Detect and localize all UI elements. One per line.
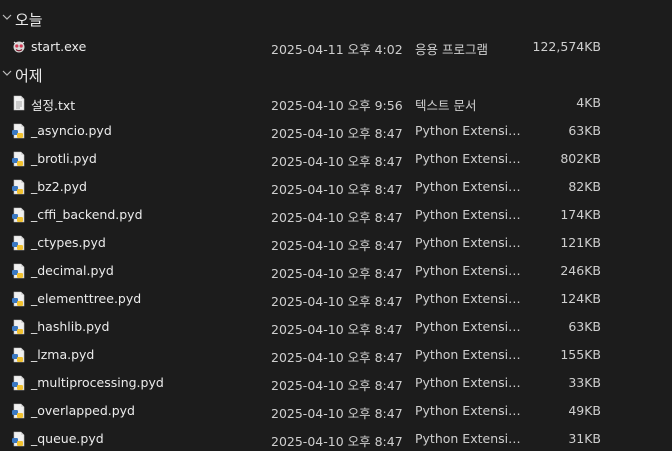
file-name: _elementtree.pyd xyxy=(31,291,142,306)
python-file-icon xyxy=(12,263,25,279)
file-row[interactable]: _multiprocessing.pyd 2025-04-10 오후 8:47 Py… xyxy=(0,369,672,397)
file-name: _overlapped.pyd xyxy=(31,403,135,418)
file-name: _hashlib.pyd xyxy=(31,319,110,334)
group-title: 어제 xyxy=(15,67,43,85)
chevron-down-icon[interactable] xyxy=(2,12,12,22)
file-name: _multiprocessing.pyd xyxy=(31,375,164,390)
file-size: 246KB xyxy=(560,263,601,278)
file-type: Python Extension xyxy=(415,319,522,334)
file-date: 2025-04-10 오후 8:47 xyxy=(271,126,403,141)
file-date: 2025-04-10 오후 8:47 xyxy=(271,182,403,197)
file-row[interactable]: _brotli.pyd 2025-04-10 오후 8:47 Python Exte… xyxy=(0,145,672,173)
file-type: Python Extension xyxy=(415,179,522,194)
file-date: 2025-04-10 오후 8:47 xyxy=(271,434,403,449)
file-size: 33KB xyxy=(568,375,601,390)
file-size: 802KB xyxy=(560,151,601,166)
file-type: 응용 프로그램 xyxy=(415,42,488,57)
python-file-icon xyxy=(12,123,25,139)
python-file-icon xyxy=(12,347,25,363)
file-size: 49KB xyxy=(568,403,601,418)
file-name: _decimal.pyd xyxy=(31,263,114,278)
file-size: 82KB xyxy=(568,179,601,194)
file-date: 2025-04-10 오후 8:47 xyxy=(271,406,403,421)
file-row[interactable]: _lzma.pyd 2025-04-10 오후 8:47 Python Extens… xyxy=(0,341,672,369)
group-header-today[interactable]: 오늘 xyxy=(0,4,672,32)
file-type: Python Extension xyxy=(415,403,522,418)
file-row[interactable]: start.exe 2025-04-11 오후 4:02 응용 프로그램 122… xyxy=(0,33,672,61)
file-name: _lzma.pyd xyxy=(31,347,95,362)
file-date: 2025-04-10 오후 8:47 xyxy=(271,266,403,281)
file-name: _brotli.pyd xyxy=(31,151,97,166)
file-type: Python Extension xyxy=(415,431,522,446)
file-size: 63KB xyxy=(568,319,601,334)
file-name: _ctypes.pyd xyxy=(31,235,106,250)
python-file-icon xyxy=(12,375,25,391)
file-size: 155KB xyxy=(560,347,601,362)
python-file-icon xyxy=(12,431,25,447)
file-type: Python Extension xyxy=(415,235,522,250)
group-title: 오늘 xyxy=(15,11,43,29)
python-file-icon xyxy=(12,207,25,223)
file-date: 2025-04-11 오후 4:02 xyxy=(271,42,403,57)
file-date: 2025-04-10 오후 8:47 xyxy=(271,238,403,253)
file-row[interactable]: _bz2.pyd 2025-04-10 오후 8:47 Python Extensi… xyxy=(0,173,672,201)
file-date: 2025-04-10 오후 8:47 xyxy=(271,294,403,309)
file-name: _cffi_backend.pyd xyxy=(31,207,143,222)
chevron-down-icon[interactable] xyxy=(2,68,12,78)
file-name: _bz2.pyd xyxy=(31,179,87,194)
file-size: 124KB xyxy=(560,291,601,306)
file-date: 2025-04-10 오후 8:47 xyxy=(271,210,403,225)
file-list: 오늘 start.exe 2025-04-11 오후 4:02 응용 프로그램 … xyxy=(0,0,672,451)
file-name: start.exe xyxy=(31,39,87,54)
python-file-icon xyxy=(12,235,25,251)
file-row[interactable]: _cffi_backend.pyd 2025-04-10 오후 8:47 Pytho… xyxy=(0,201,672,229)
file-name: _queue.pyd xyxy=(31,431,104,446)
file-row[interactable]: _queue.pyd 2025-04-10 오후 8:47 Python Exten… xyxy=(0,425,672,451)
file-row[interactable]: _ctypes.pyd 2025-04-10 오후 8:47 Python Exte… xyxy=(0,229,672,257)
file-size: 122,574KB xyxy=(532,39,601,54)
file-type: Python Extension xyxy=(415,207,522,222)
file-type: Python Extension xyxy=(415,151,522,166)
python-file-icon xyxy=(12,151,25,167)
file-date: 2025-04-10 오후 8:47 xyxy=(271,350,403,365)
file-type: Python Extension xyxy=(415,291,522,306)
file-type: Python Extension xyxy=(415,375,522,390)
group-header-yesterday[interactable]: 어제 xyxy=(0,60,672,88)
file-type: 텍스트 문서 xyxy=(415,98,477,113)
file-size: 174KB xyxy=(560,207,601,222)
file-date: 2025-04-10 오후 8:47 xyxy=(271,378,403,393)
exe-icon xyxy=(13,41,25,53)
python-file-icon xyxy=(12,179,25,195)
file-row[interactable]: 설정.txt 2025-04-10 오후 9:56 텍스트 문서 4KB xyxy=(0,89,672,117)
file-name: 설정.txt xyxy=(31,98,76,113)
file-size: 121KB xyxy=(560,235,601,250)
file-row[interactable]: _elementtree.pyd 2025-04-10 오후 8:47 Python… xyxy=(0,285,672,313)
file-row[interactable]: _overlapped.pyd 2025-04-10 오후 8:47 Python … xyxy=(0,397,672,425)
text-file-icon xyxy=(13,95,25,111)
file-type: Python Extension xyxy=(415,123,522,138)
file-type: Python Extension xyxy=(415,263,522,278)
file-size: 4KB xyxy=(576,95,601,110)
file-type: Python Extension xyxy=(415,347,522,362)
file-size: 31KB xyxy=(568,431,601,446)
file-date: 2025-04-10 오후 9:56 xyxy=(271,98,403,113)
file-row[interactable]: _decimal.pyd 2025-04-10 오후 8:47 Python Ext… xyxy=(0,257,672,285)
python-file-icon xyxy=(12,403,25,419)
file-date: 2025-04-10 오후 8:47 xyxy=(271,322,403,337)
file-date: 2025-04-10 오후 8:47 xyxy=(271,154,403,169)
file-row[interactable]: _asyncio.pyd 2025-04-10 오후 8:47 Python Ext… xyxy=(0,117,672,145)
file-row[interactable]: _hashlib.pyd 2025-04-10 오후 8:47 Python Ext… xyxy=(0,313,672,341)
python-file-icon xyxy=(12,319,25,335)
python-file-icon xyxy=(12,291,25,307)
file-name: _asyncio.pyd xyxy=(31,123,112,138)
file-size: 63KB xyxy=(568,123,601,138)
